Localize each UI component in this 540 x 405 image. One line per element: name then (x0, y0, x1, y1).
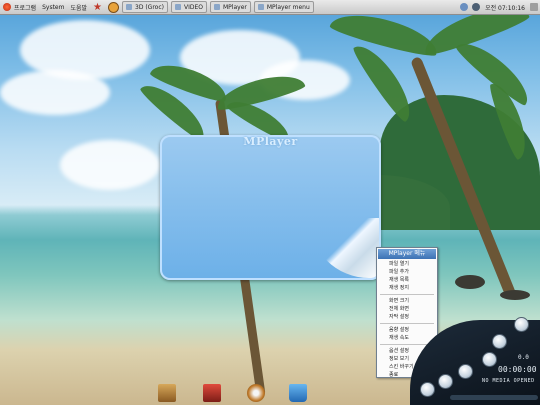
taskbar-button-label: MPlayer menu (266, 3, 310, 11)
context-menu-header: MPlayer 메뉴 (378, 249, 436, 259)
window-icon (257, 4, 264, 10)
close-button[interactable] (514, 317, 529, 332)
distro-logo-icon (3, 3, 11, 11)
bookmark-star-icon[interactable]: ★ (90, 1, 105, 13)
system-menu-label: System (42, 3, 65, 11)
system-menu[interactable]: System (39, 1, 67, 13)
pause-button[interactable] (438, 374, 453, 389)
taskbar-button-label: VIDEO (183, 3, 203, 11)
show-desktop-icon[interactable] (530, 3, 538, 11)
menu-button[interactable] (492, 334, 507, 349)
window-icon (214, 4, 220, 10)
prev-button[interactable] (420, 382, 435, 397)
trash-icon[interactable] (289, 384, 307, 402)
network-icon[interactable] (460, 3, 469, 11)
apps-menu[interactable]: 프로그램 (0, 1, 39, 13)
volume-readout: 0.0 (518, 354, 529, 361)
menu-item[interactable]: 재생 속도 (377, 334, 437, 342)
disk-icon[interactable] (247, 384, 265, 402)
help-menu-label: 도움말 (70, 4, 88, 12)
clock-label: 오전 07:10:16 (485, 4, 525, 12)
menu-item[interactable]: 파일 열기 (377, 260, 437, 268)
menu-item[interactable]: 재생 목록 (377, 276, 437, 284)
menu-item[interactable]: 화면 크기 (377, 297, 437, 305)
media-status: NO MEDIA OPENED (482, 378, 535, 384)
taskbar-button-3d[interactable]: 3D (Groc) (122, 1, 168, 13)
taskbar-button-label: 3D (Groc) (135, 3, 164, 11)
menu-item[interactable]: 파일 추가 (377, 268, 437, 276)
launcher-icon[interactable] (105, 1, 122, 13)
taskbar-button-mplayer-menu[interactable]: MPlayer menu (253, 1, 314, 13)
top-panel: 프로그램 System 도움말 ★ 3D (Groc) VIDEO MPlaye… (0, 0, 540, 15)
mplayer-window[interactable]: MPlayer (160, 135, 381, 280)
mplayer-title: MPlayer (243, 135, 298, 148)
time-display: 00:00:00 (498, 365, 537, 374)
menu-separator (380, 323, 434, 324)
taskbar-button-label: MPlayer (223, 3, 247, 11)
menu-item[interactable]: 전체 화면 (377, 305, 437, 313)
menu-item[interactable]: 자막 설정 (377, 313, 437, 321)
play-button[interactable] (458, 364, 473, 379)
window-icon (126, 4, 132, 10)
menu-separator (380, 294, 434, 295)
clock[interactable]: 오전 07:10:16 (482, 1, 528, 13)
help-menu[interactable]: 도움말 (67, 1, 90, 13)
skin-page-curl (309, 218, 379, 278)
stop-button[interactable] (482, 352, 497, 367)
menu-item[interactable]: 재생 정지 (377, 284, 437, 292)
apps-menu-label: 프로그램 (14, 4, 37, 12)
taskbar-button-mplayer[interactable]: MPlayer (210, 1, 251, 13)
home-folder-icon[interactable] (158, 384, 176, 402)
taskbar-button-video[interactable]: VIDEO (170, 1, 207, 13)
cd-icon[interactable] (203, 384, 221, 402)
menu-item[interactable]: 음향 설정 (377, 326, 437, 334)
window-icon (174, 4, 181, 10)
volume-icon[interactable] (472, 3, 481, 11)
seek-bar[interactable] (450, 395, 538, 400)
